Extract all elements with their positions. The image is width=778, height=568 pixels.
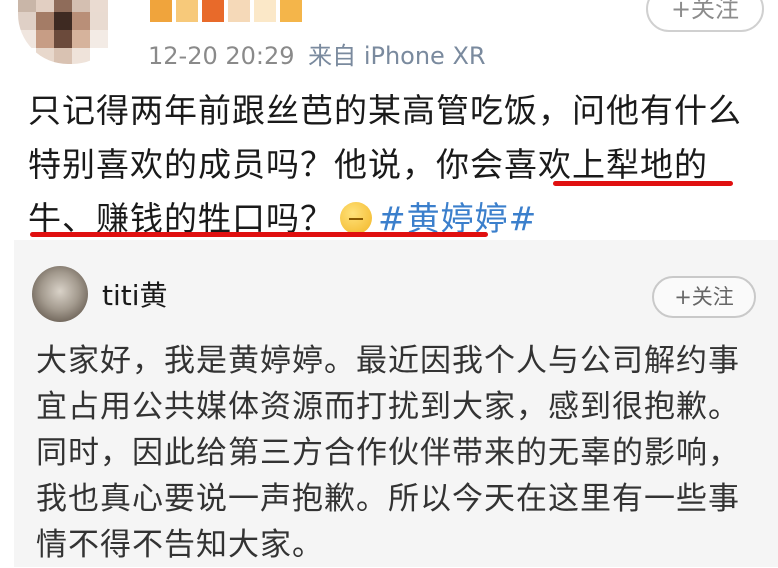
weibo-post: 12-20 20:29 来自 iPhone XR +关注 只记得两年前跟丝芭的某… [0, 0, 778, 240]
thinking-face-icon [340, 202, 372, 234]
quoted-avatar[interactable] [32, 266, 88, 322]
post-meta: 12-20 20:29 来自 iPhone XR [148, 36, 486, 71]
quoted-post-card[interactable]: titi黄 +关注 大家好，我是黄婷婷。最近因我个人与公司解约事宜占用公共媒体资… [14, 240, 778, 567]
post-source: 来自 iPhone XR [308, 42, 485, 70]
post-text-highlight-a: 你会喜欢上 [436, 145, 606, 184]
username-blurred[interactable] [150, 0, 302, 22]
follow-button[interactable]: +关注 [646, 0, 764, 32]
avatar[interactable] [18, 0, 122, 64]
quoted-post-text: 大家好，我是黄婷婷。最近因我个人与公司解约事宜占用公共媒体资源而打扰到大家，感到… [36, 343, 740, 563]
post-text: 只记得两年前跟丝芭的某高管吃饭，问他有什么特别喜欢的成员吗？他说，你会喜欢上犁地… [28, 84, 768, 246]
red-underline [30, 232, 488, 237]
quoted-follow-button[interactable]: +关注 [652, 276, 756, 318]
post-timestamp: 12-20 20:29 [148, 42, 295, 70]
red-underline [553, 181, 733, 186]
source-device[interactable]: iPhone XR [364, 42, 486, 70]
source-prefix: 来自 [308, 42, 357, 70]
quoted-username[interactable]: titi黄 [102, 274, 168, 314]
